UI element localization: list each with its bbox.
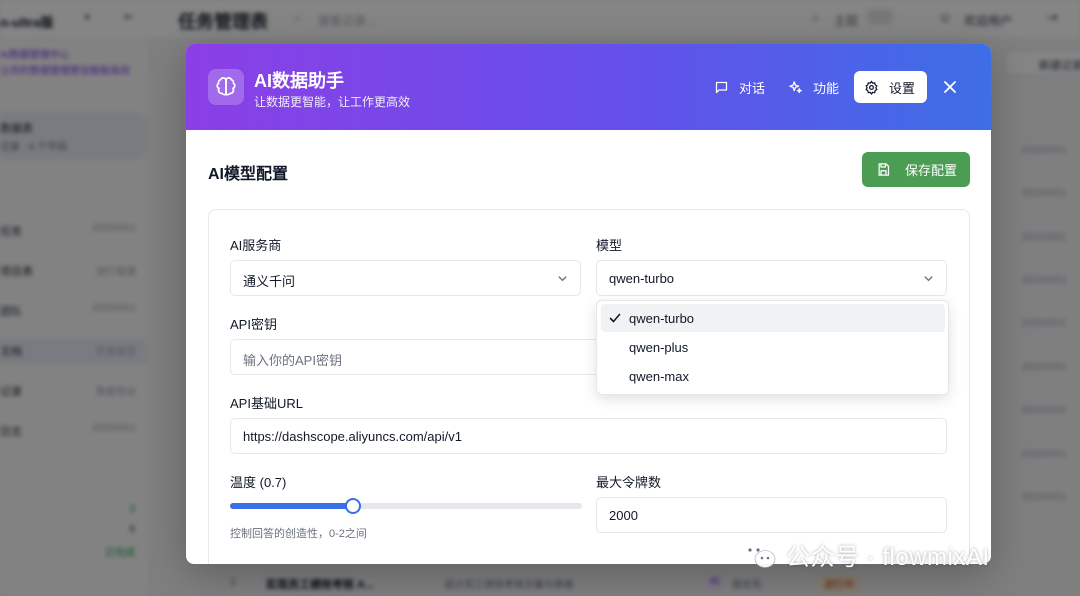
model-option[interactable]: qwen-turbo: [601, 304, 945, 332]
tab-chat[interactable]: 对话: [704, 71, 775, 103]
gear-icon: [865, 80, 878, 95]
base-url-input[interactable]: https://dashscope.aliyuncs.com/api/v1: [230, 418, 947, 454]
ai-assistant-modal: AI数据助手 让数据更智能，让工作更高效 对话 功能 设置 AI模型配置 保存配…: [186, 44, 991, 564]
model-option[interactable]: qwen-plus: [601, 333, 945, 361]
api-key-placeholder: 输入你的API密钥: [243, 353, 342, 368]
wechat-icon: [742, 541, 776, 568]
close-button[interactable]: [940, 77, 960, 97]
tab-features-label: 功能: [813, 80, 840, 96]
chevron-down-icon: [924, 276, 933, 282]
modal-header: AI数据助手 让数据更智能，让工作更高效 对话 功能 设置: [186, 44, 991, 130]
model-value: qwen-turbo: [609, 271, 675, 286]
model-option-label: qwen-turbo: [629, 311, 695, 326]
close-icon: [944, 81, 956, 93]
tab-settings[interactable]: 设置: [854, 71, 927, 103]
provider-value: 通义千问: [243, 274, 296, 289]
save-icon: [878, 163, 890, 176]
temperature-slider[interactable]: [230, 498, 582, 514]
save-config-button[interactable]: 保存配置: [862, 152, 970, 187]
temperature-slider-fill: [230, 503, 354, 509]
watermark-text: 公众号 · flowmixAI: [786, 544, 990, 571]
tab-features[interactable]: 功能: [778, 71, 849, 103]
save-config-label: 保存配置: [905, 163, 958, 178]
temperature-label: 温度 (0.7): [230, 475, 287, 490]
model-dropdown: qwen-turbo qwen-plus qwen-max: [596, 300, 949, 395]
max-tokens-input[interactable]: 2000: [596, 497, 947, 533]
temperature-hint: 控制回答的创造性，0-2之间: [230, 528, 367, 540]
chat-icon: [715, 81, 728, 93]
model-option-label: qwen-plus: [629, 340, 689, 355]
max-tokens-label: 最大令牌数: [596, 475, 662, 490]
model-label: 模型: [596, 238, 623, 253]
provider-select[interactable]: 通义千问: [230, 260, 581, 296]
model-select[interactable]: qwen-turbo: [596, 260, 947, 296]
check-icon: [609, 313, 621, 323]
brain-icon: [208, 69, 244, 105]
api-key-label: API密钥: [230, 317, 277, 332]
watermark: 公众号 · flowmixAI: [740, 537, 990, 572]
chevron-down-icon: [558, 276, 567, 282]
modal-subtitle: 让数据更智能，让工作更高效: [254, 95, 411, 109]
base-url-value: https://dashscope.aliyuncs.com/api/v1: [243, 429, 462, 444]
tab-settings-label: 设置: [889, 80, 916, 96]
tab-chat-label: 对话: [739, 80, 766, 96]
model-option-label: qwen-max: [629, 369, 689, 384]
section-title: AI模型配置: [208, 166, 289, 183]
provider-label: AI服务商: [230, 238, 282, 253]
model-option[interactable]: qwen-max: [601, 362, 945, 390]
base-url-label: API基础URL: [230, 396, 303, 411]
modal-title: AI数据助手: [254, 71, 344, 91]
sparkle-icon: [789, 80, 802, 93]
max-tokens-value: 2000: [609, 508, 638, 523]
